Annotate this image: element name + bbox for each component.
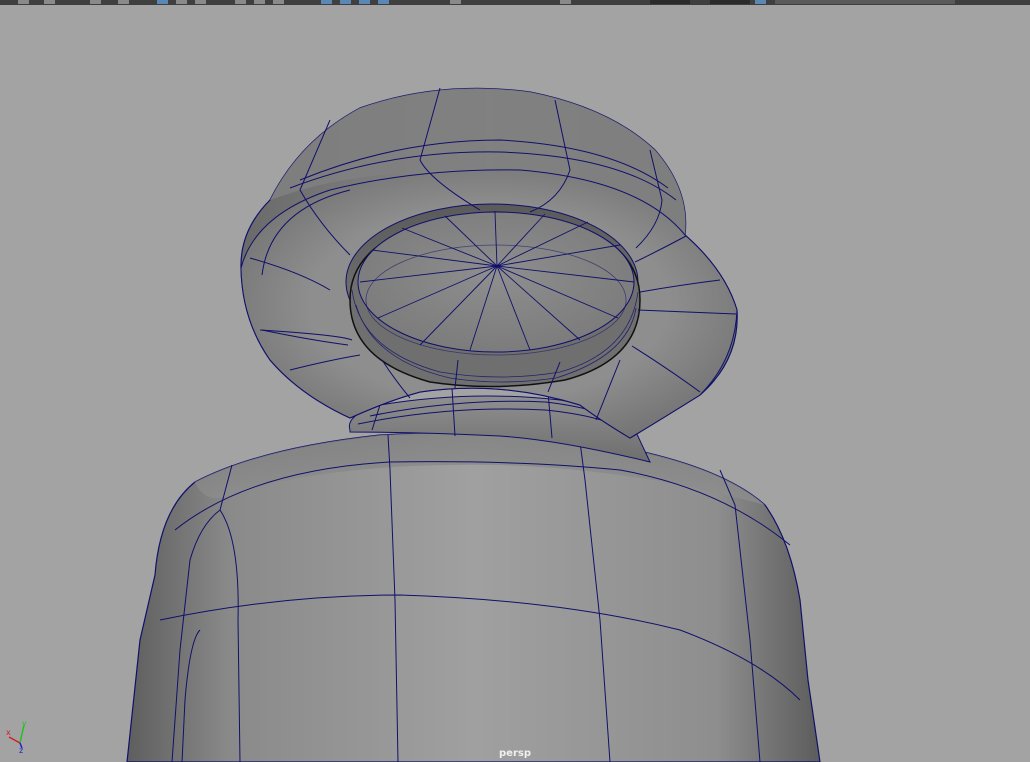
bottle-body bbox=[126, 432, 821, 762]
y-axis-label: y bbox=[22, 719, 27, 728]
camera-name-label: persp bbox=[499, 748, 531, 759]
x-axis-label: x bbox=[6, 728, 11, 737]
x-axis-line bbox=[8, 736, 21, 744]
viewport-panel[interactable]: y x z persp bbox=[0, 5, 1030, 762]
model-scene bbox=[126, 87, 821, 762]
bottle-cap bbox=[240, 87, 738, 439]
